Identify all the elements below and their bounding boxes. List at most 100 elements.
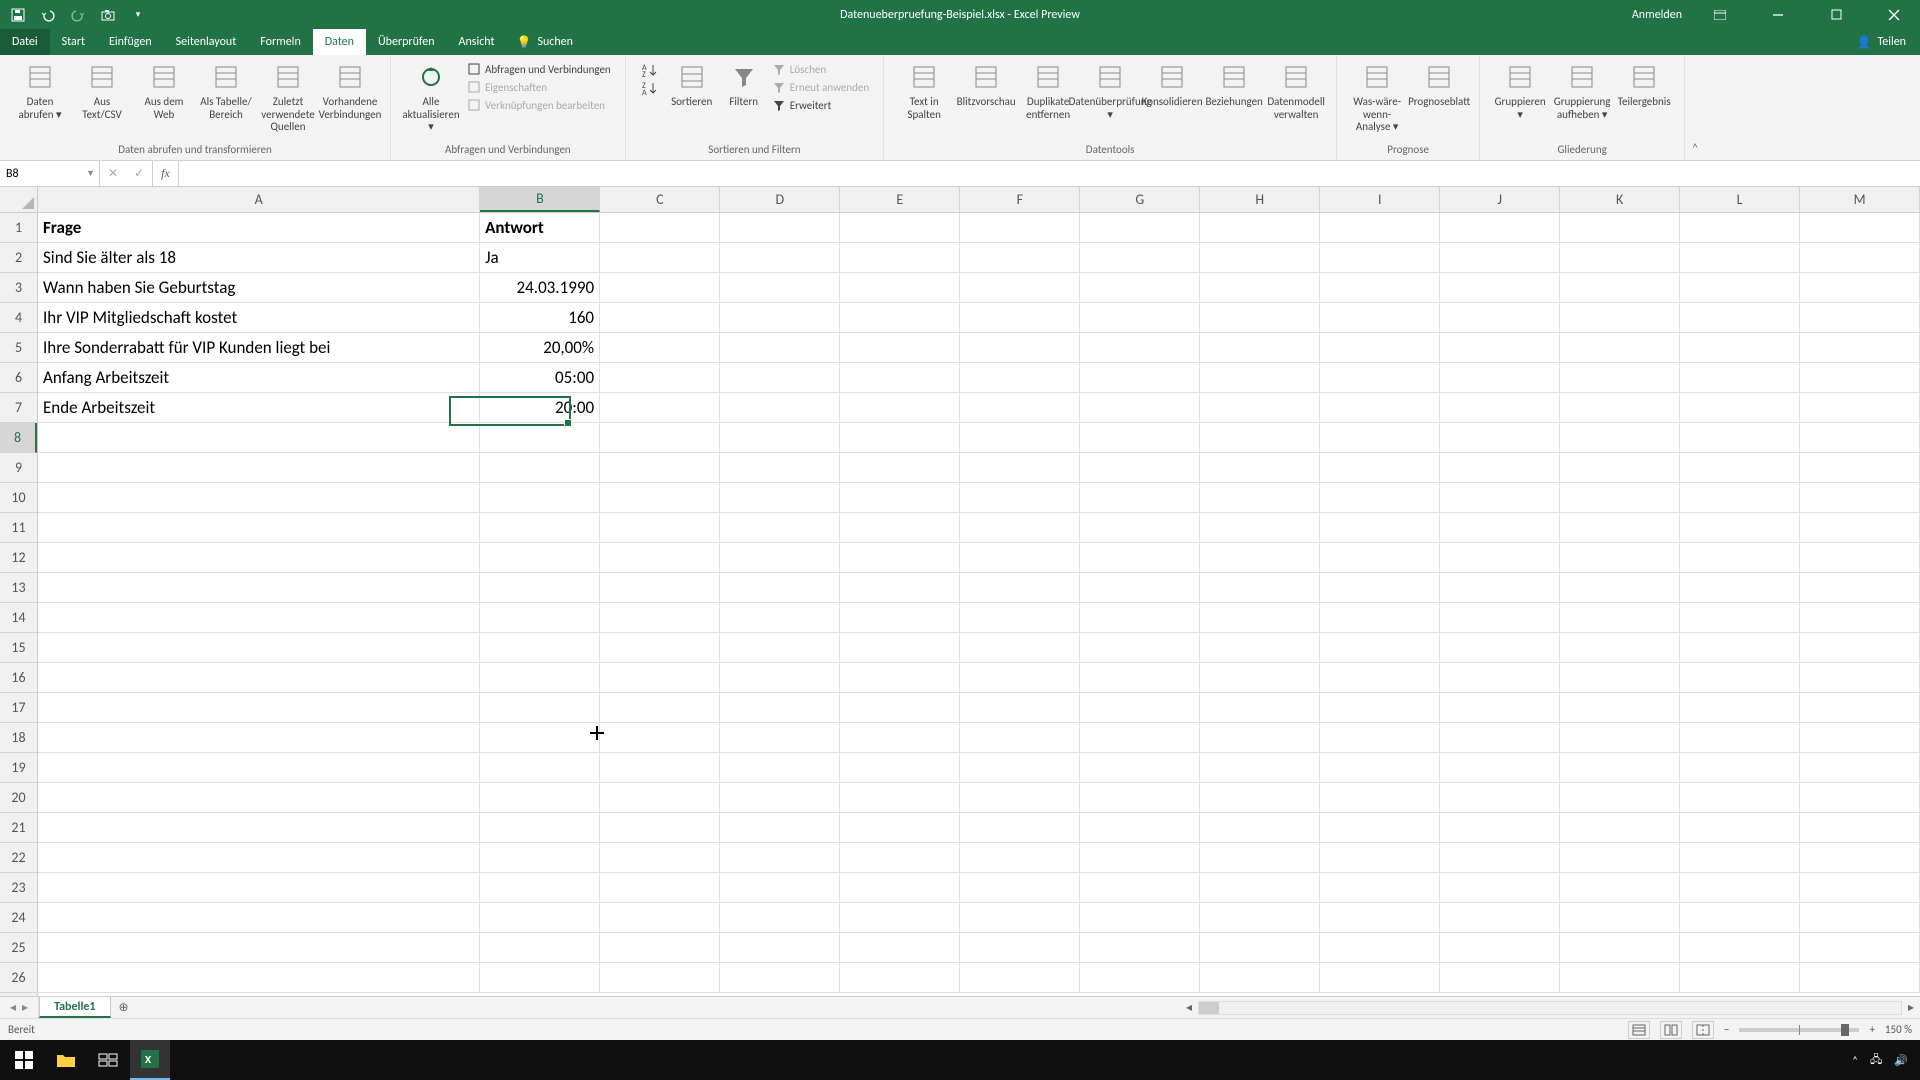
cell[interactable] [600,483,720,513]
cell[interactable] [1680,933,1800,963]
row-header[interactable]: 13 [0,573,37,603]
cell[interactable] [38,603,480,633]
cell[interactable] [1560,213,1680,243]
cell[interactable] [1800,423,1920,453]
cell[interactable]: 24.03.1990 [480,273,600,303]
ribbon-button[interactable]: Zuletzt verwendete Quellen [258,59,318,134]
cell[interactable] [1800,693,1920,723]
cell[interactable] [960,963,1080,993]
cell[interactable] [1200,273,1320,303]
file-explorer-icon[interactable] [46,1040,86,1080]
cell[interactable] [38,483,480,513]
cell[interactable] [1680,663,1800,693]
cell[interactable] [38,753,480,783]
cell[interactable] [1680,483,1800,513]
cell[interactable] [960,363,1080,393]
cell[interactable] [960,423,1080,453]
cell[interactable] [840,723,960,753]
row-header[interactable]: 26 [0,963,37,993]
ribbon-button[interactable]: Blitzvorschau [956,59,1016,109]
cell[interactable] [1440,903,1560,933]
cell[interactable] [1560,363,1680,393]
cell[interactable] [840,663,960,693]
close-button[interactable] [1874,0,1914,29]
minimize-button[interactable] [1758,0,1798,29]
cell[interactable] [1200,873,1320,903]
cell[interactable] [720,663,840,693]
cell[interactable] [720,873,840,903]
cell[interactable] [38,543,480,573]
cell[interactable] [1440,453,1560,483]
cell[interactable] [1560,243,1680,273]
column-header[interactable]: G [1080,187,1200,212]
ribbon-button[interactable]: Aus dem Web [134,59,194,121]
cell[interactable] [1200,633,1320,663]
cell[interactable]: Ihr VIP Mitgliedschaft kostet [38,303,480,333]
cell[interactable] [1560,633,1680,663]
cell[interactable] [1680,873,1800,903]
cell[interactable] [1800,483,1920,513]
ribbon-button[interactable]: Vorhandene Verbindungen [320,59,380,121]
cell[interactable] [960,903,1080,933]
cell[interactable] [600,303,720,333]
column-header[interactable]: D [720,187,840,212]
cell[interactable] [1080,573,1200,603]
cell[interactable] [1440,663,1560,693]
row-header[interactable]: 11 [0,513,37,543]
cell[interactable] [1320,573,1440,603]
view-page-break-icon[interactable] [1692,1021,1714,1039]
cell[interactable] [1560,693,1680,723]
cell[interactable] [1680,243,1800,273]
cell[interactable] [840,363,960,393]
cell[interactable] [1560,873,1680,903]
cell[interactable] [1080,783,1200,813]
row-header[interactable]: 1 [0,213,37,243]
cell[interactable] [960,933,1080,963]
cell[interactable] [1440,333,1560,363]
cell[interactable] [1080,753,1200,783]
cell[interactable] [600,873,720,903]
cell[interactable] [1080,933,1200,963]
cell[interactable] [840,753,960,783]
cell[interactable] [38,453,480,483]
row-header[interactable]: 20 [0,783,37,813]
cell[interactable] [1320,273,1440,303]
collapse-ribbon-icon[interactable]: ^ [1685,55,1705,160]
cell[interactable] [1680,693,1800,723]
cell[interactable] [1800,303,1920,333]
cell[interactable] [1320,933,1440,963]
cell[interactable] [600,393,720,423]
cell[interactable] [1440,363,1560,393]
cell[interactable] [720,753,840,783]
cell[interactable] [1680,753,1800,783]
cell[interactable] [480,723,600,753]
row-header[interactable]: 5 [0,333,37,363]
cell[interactable] [1200,363,1320,393]
cell[interactable] [1200,813,1320,843]
cell[interactable] [480,663,600,693]
cell[interactable] [38,513,480,543]
cell[interactable] [600,903,720,933]
ribbon-button[interactable]: Gruppieren ▾ [1490,59,1550,121]
cell[interactable] [1680,633,1800,663]
cell[interactable] [480,423,600,453]
column-header[interactable]: E [840,187,960,212]
cell[interactable] [720,963,840,993]
tab-file[interactable]: Datei [0,29,50,55]
cell[interactable] [600,243,720,273]
cell[interactable]: Sind Sie älter als 18 [38,243,480,273]
redo-icon[interactable] [68,5,88,25]
cell[interactable] [1320,303,1440,333]
cell[interactable] [1560,423,1680,453]
cell[interactable] [1200,513,1320,543]
tray-chevron-icon[interactable]: ˄ [1852,1054,1858,1067]
column-header[interactable]: L [1680,187,1800,212]
view-normal-icon[interactable] [1628,1021,1650,1039]
cell[interactable] [960,273,1080,303]
cell[interactable] [840,843,960,873]
cell[interactable] [480,813,600,843]
cell[interactable] [1680,603,1800,633]
cell[interactable] [1560,813,1680,843]
cell[interactable] [1440,243,1560,273]
cell[interactable] [480,693,600,723]
